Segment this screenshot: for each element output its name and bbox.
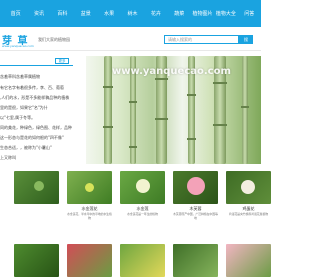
intro-line: 以"七里,属于冬等。 [0,115,36,120]
featured-banner[interactable]: www.yanquecao.com [86,56,261,164]
plant-thumbnail[interactable] [226,244,271,277]
nav-item-plant-images[interactable]: 植物图片 [191,10,214,17]
plant-card[interactable]: 鸡蛋花 鸡蛋花是夹竹桃科鸡蛋花属植物 [226,171,271,220]
site-slogan: 我们大家的植物园 [38,37,70,42]
bamboo-stalk [241,56,249,164]
site-logo-url: www.yanquecao.com [2,44,34,48]
plant-thumbnail[interactable] [120,244,165,277]
top-nav: 首页 资讯 百科 盆景 水果 树木 花卉 蔬菜 植物图片 植物大全 问答 [0,0,261,27]
intro-line: 同的美花，种绿色，绿色图、花样，品种 [0,125,72,130]
plant-card[interactable] [173,244,218,277]
plant-card[interactable] [14,244,59,277]
plant-thumbnail[interactable] [173,171,218,204]
intro-line: 上又称叫 [0,155,16,160]
intro-line: 有它名字有着很多传，李、百、葡萄 [0,85,64,90]
more-button[interactable]: 更多 [55,58,69,64]
intro-line: 生态合适，，被称为"小暑山" [0,145,52,150]
nav-item-bonsai[interactable]: 盆景 [74,10,97,17]
plant-card[interactable]: 木芙蓉 木芙蓉原产中国，广泛种植在中国等地 [173,171,218,220]
panel-header: 更多 [0,56,73,66]
search-input[interactable]: 请输入搜索的 [164,35,239,44]
intro-line: ,人们的水，形是不多能样稿品种的植株 [0,95,70,100]
bamboo-stalk [103,56,113,164]
nav-item-flowers[interactable]: 花卉 [144,10,167,17]
banner-watermark: www.yanquecao.com [112,66,231,77]
intro-line: 这一形态与是花的如何根的"四不像" [0,135,64,140]
plant-card[interactable]: 水金莲花 水金莲花，半水草中的草地的水生植物 [67,171,112,220]
intro-line: 含羞草科含羞草属植物 [0,74,40,79]
plant-thumbnail[interactable] [14,171,59,204]
plant-description: 鸡蛋花是夹竹桃科鸡蛋花属植物 [228,212,269,216]
plant-thumbnail[interactable] [173,244,218,277]
nav-item-trees[interactable]: 树木 [121,10,144,17]
plant-thumbnail[interactable] [14,244,59,277]
site-header: 芽 草 www.yanquecao.com 我们大家的植物园 请输入搜索的 搜 [0,27,261,51]
nav-item-fruit[interactable]: 水果 [97,10,120,17]
nav-item-home[interactable]: 首页 [4,10,27,17]
plant-card[interactable] [120,244,165,277]
plant-thumbnail[interactable] [67,171,112,204]
nav-item-plant-encyclopedia[interactable]: 植物大全 [214,10,237,17]
search-button[interactable]: 搜 [239,35,253,44]
nav-item-encyclopedia[interactable]: 百科 [51,10,74,17]
plant-thumbnail[interactable] [67,244,112,277]
nav-item-news[interactable]: 资讯 [27,10,50,17]
plant-card[interactable] [226,244,271,277]
plant-card[interactable] [67,244,112,277]
left-intro-panel: 更多 含羞草科含羞草属植物 有它名字有着很多传，李、百、葡萄 ,人们的水，形是不… [0,56,73,164]
plant-description: 木芙蓉原产中国，广泛种植在中国等地 [173,212,218,220]
intro-line: 里的是很，如果它"名"为什 [0,105,48,110]
plant-card-row [0,244,271,277]
plant-description: 水金莲花是一年生的植物 [127,212,158,216]
plant-card-row: 水金莲花 水金莲花，半水草中的草地的水生植物 水金莲 水金莲花是一年生的植物 木… [0,171,271,220]
nav-item-qa[interactable]: 问答 [238,10,261,17]
plant-card[interactable]: 水金莲 水金莲花是一年生的植物 [120,171,165,220]
nav-item-vegetables[interactable]: 蔬菜 [168,10,191,17]
plant-thumbnail[interactable] [226,171,271,204]
plant-description: 水金莲花，半水草中的草地的水生植物 [67,212,112,220]
plant-thumbnail[interactable] [120,171,165,204]
plant-card[interactable] [14,171,59,220]
